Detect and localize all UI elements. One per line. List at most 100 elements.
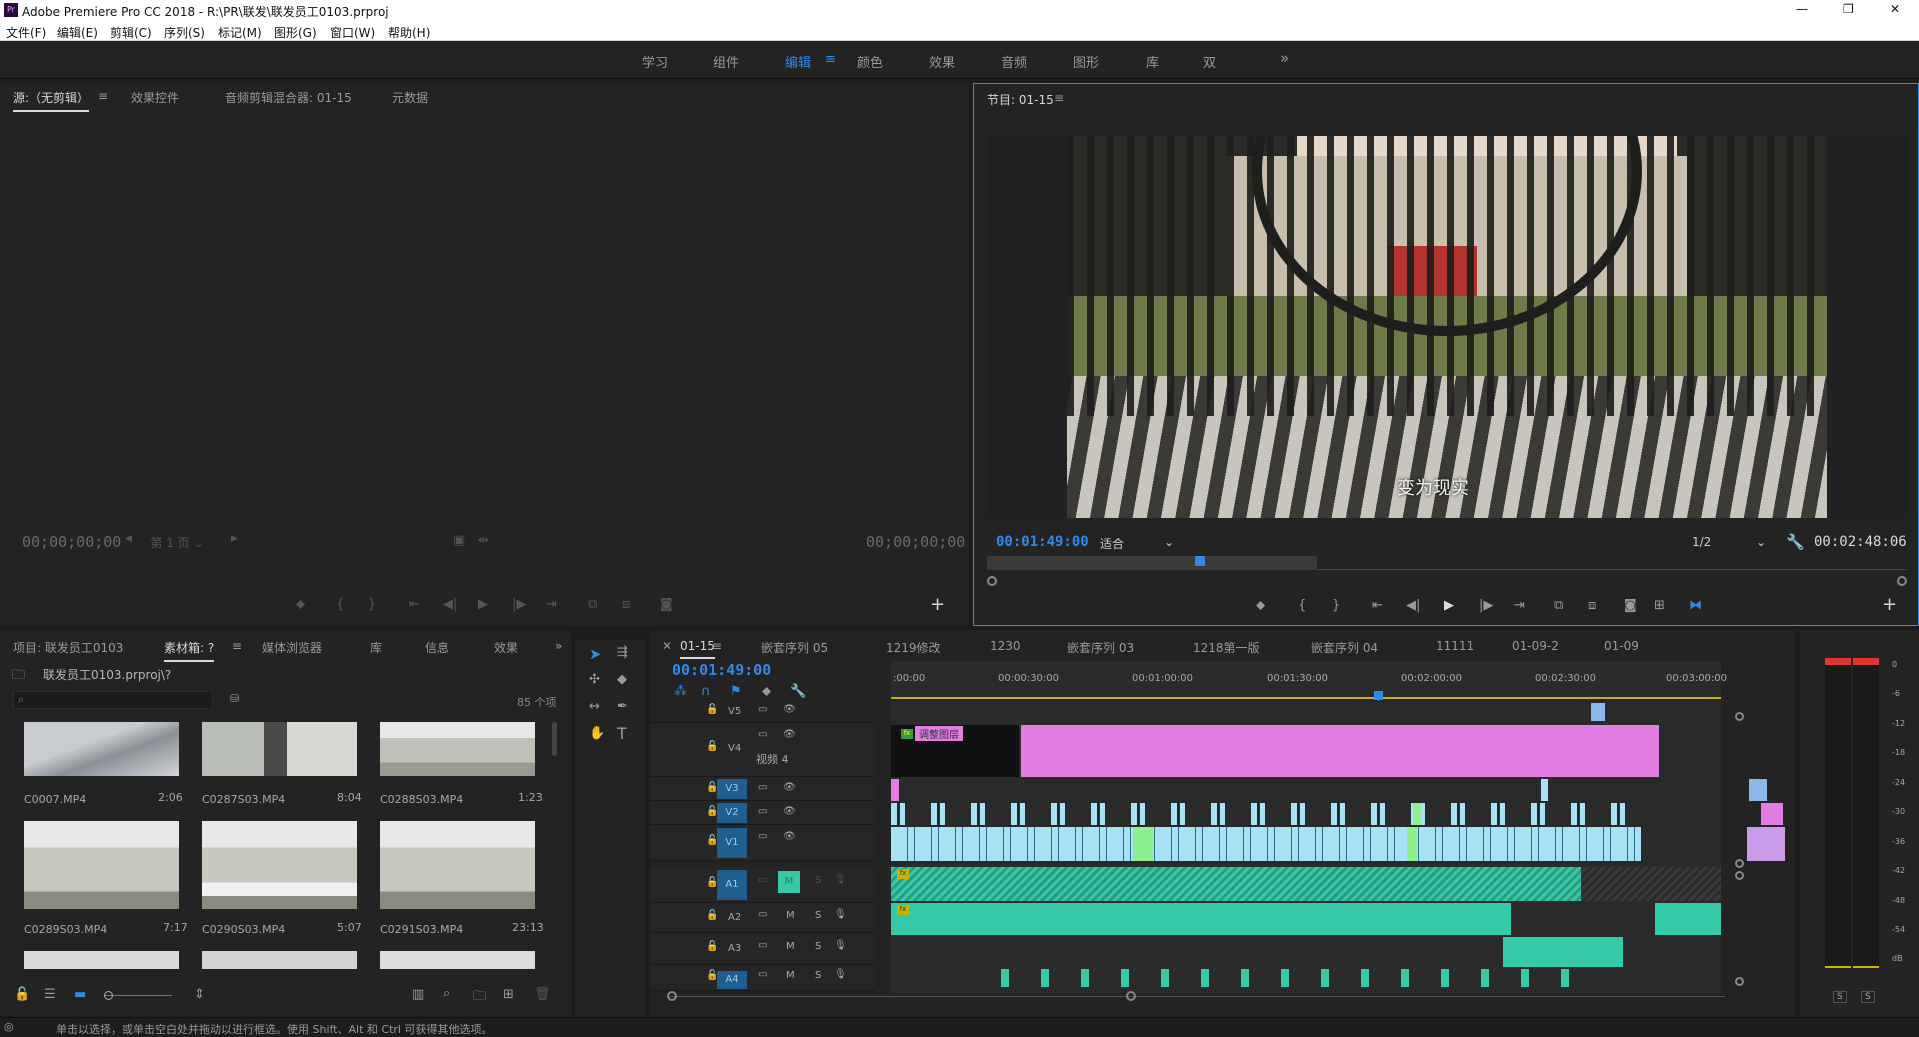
- clip-thumbnail[interactable]: [380, 722, 535, 776]
- menu-window[interactable]: 窗口(W): [330, 24, 375, 41]
- new-item-icon[interactable]: ⊞: [503, 987, 514, 1002]
- v1-green-clip[interactable]: [1407, 827, 1417, 861]
- track-eye-icon[interactable]: 👁: [783, 729, 796, 740]
- program-out-icon[interactable]: }: [1332, 598, 1340, 613]
- source-tab-menu-icon[interactable]: ≡: [98, 89, 108, 103]
- v2-pink-clip[interactable]: [1761, 803, 1783, 825]
- timeline-tab-1219[interactable]: 1219修改: [886, 639, 941, 656]
- menu-graphics[interactable]: 图形(G): [274, 24, 317, 41]
- track-header-a4[interactable]: 🔓 A4 ▭ M S 🎙: [650, 965, 875, 991]
- timeline-tab-01-09[interactable]: 01-09: [1604, 639, 1639, 653]
- program-step-back-icon[interactable]: ◀|: [1406, 598, 1420, 613]
- timeline-ruler[interactable]: :00:00 00:00:30:00 00:01:00:00 00:01:30:…: [891, 661, 1727, 699]
- v5-clip[interactable]: [1591, 703, 1605, 721]
- source-play-icon[interactable]: ▶: [478, 597, 488, 612]
- v1-green-clip[interactable]: [1133, 827, 1153, 861]
- track-select-tool-icon[interactable]: ⇶: [617, 645, 628, 660]
- program-extract-icon[interactable]: ⧈: [1588, 598, 1596, 613]
- a2-clip[interactable]: [1655, 903, 1721, 935]
- workspace-dual[interactable]: 双: [1203, 52, 1216, 71]
- timeline-h-scrollbar[interactable]: [670, 996, 1725, 997]
- program-add-button-icon[interactable]: +: [1882, 594, 1897, 615]
- tab-libraries[interactable]: 库: [370, 639, 382, 656]
- maximize-button[interactable]: ❐: [1843, 2, 1854, 16]
- timeline-tab-11111[interactable]: 11111: [1436, 639, 1474, 653]
- program-vr-icon[interactable]: ⧓: [1689, 598, 1702, 613]
- source-go-in-icon[interactable]: ⇤: [409, 597, 420, 612]
- program-in-icon[interactable]: {: [1298, 598, 1306, 613]
- source-insert-icon[interactable]: ⧉: [588, 597, 597, 612]
- program-marker-icon[interactable]: ⬥: [1256, 598, 1265, 613]
- workspace-assembly[interactable]: 组件: [713, 52, 739, 71]
- timeline-scroll-right-handle[interactable]: [1126, 991, 1136, 1001]
- razor-tool-icon[interactable]: ◆: [617, 672, 627, 687]
- menu-marker[interactable]: 标记(M): [218, 24, 262, 41]
- sort-icon[interactable]: ⇕: [194, 987, 205, 1002]
- track-area[interactable]: fx 调整图层 fx fx: [891, 701, 1785, 993]
- audio-track-scroll-bottom[interactable]: [1735, 977, 1744, 986]
- source-drop-icon[interactable]: ⇹: [478, 533, 489, 548]
- menu-sequence[interactable]: 序列(S): [164, 24, 205, 41]
- a4-clip-strip[interactable]: [1001, 969, 1601, 987]
- meter-solo-left-button[interactable]: S: [1833, 991, 1847, 1003]
- timeline-tab-nested04[interactable]: 嵌套序列 04: [1311, 639, 1378, 656]
- timeline-tab-01-09-2[interactable]: 01-09-2: [1512, 639, 1559, 653]
- linked-selection-icon[interactable]: ⚑: [730, 684, 742, 699]
- new-bin-icon[interactable]: 🗀: [473, 987, 486, 1009]
- program-menu-icon[interactable]: ≡: [1054, 91, 1064, 105]
- hand-tool-icon[interactable]: ✋: [589, 726, 605, 741]
- zoom-slider[interactable]: [104, 991, 172, 1000]
- minimize-button[interactable]: —: [1796, 2, 1808, 16]
- v2-green-clip[interactable]: [1413, 803, 1421, 825]
- track-sync-icon[interactable]: ▭: [758, 909, 767, 920]
- track-sync-icon[interactable]: ▭: [758, 969, 767, 980]
- timeline-timecode[interactable]: 00:01:49:00: [672, 661, 771, 679]
- program-settings-wrench-icon[interactable]: 🔧: [1786, 533, 1805, 551]
- source-out-icon[interactable]: }: [368, 597, 376, 612]
- track-sync-icon[interactable]: ▭: [758, 729, 767, 740]
- track-sync-icon[interactable]: ▭: [758, 806, 767, 817]
- program-play-icon[interactable]: ▶: [1444, 598, 1454, 613]
- clip-thumbnail[interactable]: [380, 951, 535, 969]
- track-sync-icon[interactable]: ▭: [758, 875, 767, 886]
- tab-effects[interactable]: 效果: [494, 639, 518, 656]
- v1-purple-clip[interactable]: [1747, 827, 1785, 861]
- program-export-frame-icon[interactable]: ◙: [1624, 598, 1637, 613]
- source-page-prev-icon[interactable]: ◀: [125, 534, 132, 544]
- track-header-v2[interactable]: 🔓 V2 ▭ 👁: [650, 801, 875, 825]
- source-go-out-icon[interactable]: ⇥: [546, 597, 557, 612]
- program-scrub-bar[interactable]: [987, 556, 1907, 570]
- tab-metadata[interactable]: 元数据: [392, 89, 428, 106]
- clip-thumbnail[interactable]: [24, 951, 179, 969]
- workspace-effects[interactable]: 效果: [929, 52, 955, 71]
- track-target-v1[interactable]: V1: [717, 828, 747, 858]
- add-marker-icon[interactable]: ⬥: [762, 684, 771, 699]
- program-fit-select[interactable]: 适合 ⌄: [1100, 535, 1178, 552]
- source-timecode-left[interactable]: 00;00;00;00: [22, 533, 121, 551]
- pen-tool-icon[interactable]: ✒: [617, 699, 628, 714]
- adjustment-layer-clip[interactable]: fx 调整图层: [891, 725, 1019, 777]
- timeline-tab-01-15[interactable]: 01-15: [680, 639, 715, 659]
- workspace-graphics[interactable]: 图形: [1073, 52, 1099, 71]
- new-search-bin-icon[interactable]: ⛁: [230, 692, 239, 705]
- type-tool-icon[interactable]: T: [617, 724, 627, 743]
- workspace-libraries[interactable]: 库: [1146, 52, 1159, 71]
- automate-icon[interactable]: ▥: [412, 987, 424, 1002]
- source-add-button-icon[interactable]: +: [930, 594, 945, 615]
- program-video-frame[interactable]: 变为现实: [987, 136, 1907, 518]
- tab-source[interactable]: 源:（无剪辑）: [13, 89, 90, 112]
- timeline-tab-nested05[interactable]: 嵌套序列 05: [761, 639, 828, 656]
- workspace-color[interactable]: 颜色: [857, 52, 883, 71]
- tab-audio-clip-mixer[interactable]: 音频剪辑混合器: 01-15: [225, 89, 352, 106]
- bin-menu-icon[interactable]: ≡: [232, 639, 242, 653]
- source-export-frame-icon[interactable]: ◙: [660, 597, 673, 612]
- list-view-icon[interactable]: ☰: [44, 987, 56, 1002]
- tab-effect-controls[interactable]: 效果控件: [131, 89, 179, 106]
- track-target-a4[interactable]: A4: [717, 971, 747, 989]
- clip-thumbnail[interactable]: [380, 821, 535, 909]
- track-solo-button[interactable]: S: [815, 910, 821, 921]
- nest-toggle-icon[interactable]: ⁂: [674, 684, 687, 699]
- trash-icon[interactable]: 🗑: [534, 987, 551, 1002]
- track-header-a1[interactable]: 🔓 A1 ▭ M S 🎙: [650, 867, 875, 903]
- workspace-learn[interactable]: 学习: [642, 52, 668, 71]
